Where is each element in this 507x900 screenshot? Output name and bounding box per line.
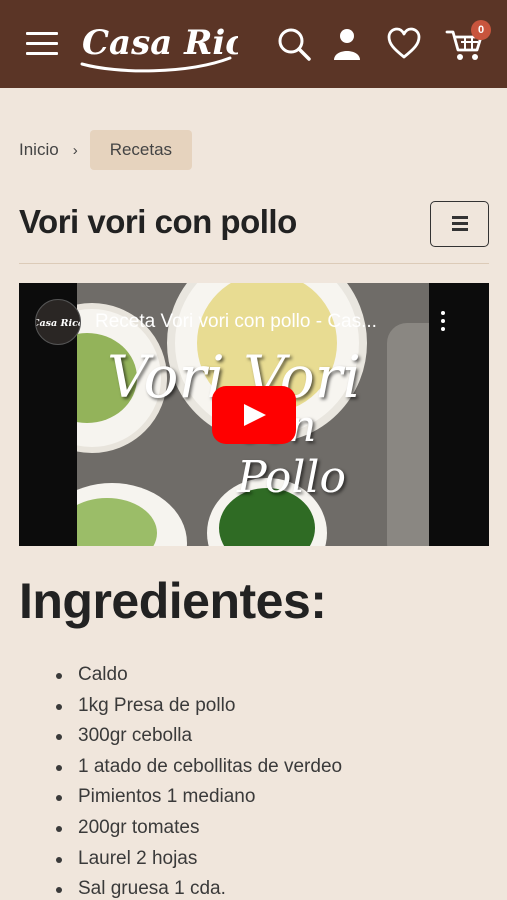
ingredient-item: Laurel 2 hojas [56,844,342,875]
play-icon [244,404,266,426]
ingredients-list: Caldo 1kg Presa de pollo 300gr cebolla 1… [56,660,342,900]
recipe-menu-button[interactable] [430,201,489,247]
title-divider [19,263,489,264]
breadcrumb-separator: › [72,141,78,159]
ingredient-item: 200gr tomates [56,813,342,844]
breadcrumb-current[interactable]: Recetas [89,130,193,170]
brand-logo[interactable]: Casa Rica [78,14,238,76]
svg-text:Casa Rica: Casa Rica [35,318,81,329]
ingredient-item: Caldo [56,660,342,691]
ingredient-item: 300gr cebolla [56,721,342,752]
search-icon[interactable] [276,26,312,62]
video-player[interactable]: Vori Vori con Pollo Casa Rica Receta Vor… [19,283,489,546]
site-header: Casa Rica 0 [0,0,507,88]
heart-icon[interactable] [386,26,422,62]
ingredient-item: 1kg Presa de pollo [56,691,342,722]
cart-count-badge: 0 [471,20,491,40]
page-title: Vori vori con pollo [19,203,297,240]
breadcrumb: Inicio › Recetas [19,130,193,170]
play-button[interactable] [212,386,296,444]
ingredients-heading: Ingredientes: [19,573,327,629]
ingredient-item: Pimientos 1 mediano [56,782,342,813]
svg-text:Casa Rica: Casa Rica [82,23,238,63]
user-icon[interactable] [329,26,365,62]
ingredient-item: 1 atado de cebollitas de verdeo [56,752,342,783]
video-title[interactable]: Receta Vori vori con pollo - Cas... [95,311,425,333]
breadcrumb-home-link[interactable]: Inicio [19,140,59,160]
more-vert-icon[interactable] [437,311,449,335]
ingredient-item: Sal gruesa 1 cda. [56,874,342,900]
channel-avatar[interactable]: Casa Rica [35,299,81,345]
menu-icon[interactable] [26,32,58,56]
